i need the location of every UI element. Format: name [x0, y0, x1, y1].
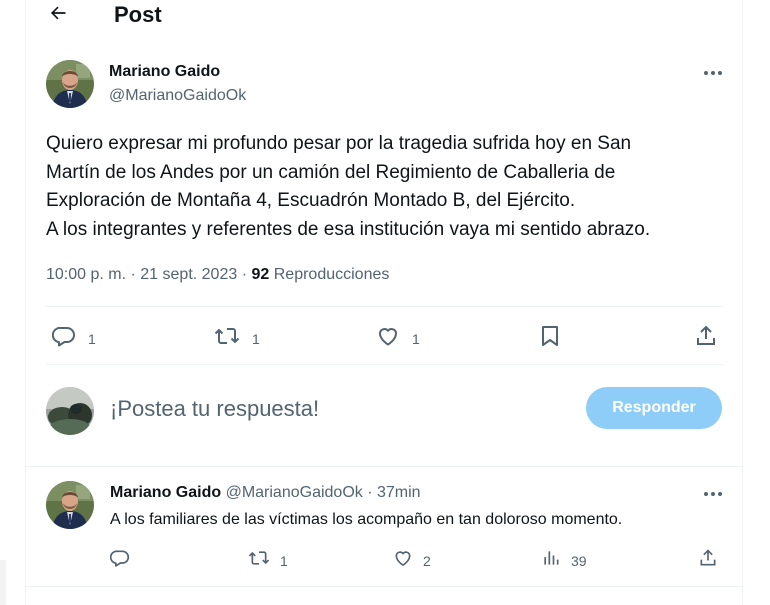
- reply-views-count: 39: [571, 552, 587, 569]
- bookmark-action[interactable]: [539, 324, 561, 353]
- arrow-left-icon: [48, 3, 68, 28]
- reply-count: 1: [88, 330, 96, 347]
- reply-views-action[interactable]: 39: [541, 548, 587, 573]
- reply-like-action[interactable]: 2: [393, 548, 431, 573]
- current-user-avatar[interactable]: [46, 387, 94, 435]
- reply-more-options-button[interactable]: [698, 483, 728, 503]
- divider: [26, 586, 742, 587]
- back-button[interactable]: [42, 2, 74, 28]
- tweet-text-line: Martín de los Andes por un camión del Re…: [46, 161, 616, 183]
- meta-separator: ·: [130, 266, 136, 283]
- share-icon: [698, 548, 718, 573]
- more-dots-icon: [703, 484, 723, 502]
- meta-separator: ·: [367, 484, 373, 501]
- author-handle[interactable]: @MarianoGaidoOk: [109, 86, 246, 106]
- tweet-text: Quiero expresar mi profundo pesar por la…: [46, 130, 726, 244]
- reply-input[interactable]: ¡Postea tu respuesta!: [110, 395, 319, 423]
- tweet-text-line: A los integrantes y referentes de esa in…: [46, 218, 651, 240]
- page-title: Post: [114, 2, 162, 27]
- like-count: 1: [412, 330, 420, 347]
- divider: [26, 466, 742, 467]
- more-options-button[interactable]: [698, 62, 728, 82]
- page-edge: [0, 560, 6, 605]
- repost-count: 1: [252, 330, 260, 347]
- views-count: 92: [251, 266, 270, 283]
- reply-repost-count: 1: [280, 552, 288, 569]
- share-icon: [694, 324, 718, 353]
- tweet-date[interactable]: 21 sept. 2023: [140, 266, 237, 283]
- repost-action[interactable]: 1: [214, 324, 260, 353]
- divider: [46, 306, 724, 307]
- divider: [46, 364, 724, 365]
- reply-share-action[interactable]: [698, 548, 718, 573]
- reply-author-handle[interactable]: @MarianoGaidoOk: [226, 484, 363, 501]
- reply-author-avatar[interactable]: [46, 481, 94, 529]
- tweet-text-line: Quiero expresar mi profundo pesar por la…: [46, 133, 632, 154]
- page-header: Post: [26, 0, 742, 34]
- tweet-meta: 10:00 p. m. · 21 sept. 2023 · 92 Reprodu…: [46, 264, 389, 286]
- reply-like-count: 2: [423, 552, 431, 569]
- analytics-icon: [541, 548, 561, 573]
- author-avatar[interactable]: [46, 60, 94, 108]
- reply-header: Mariano Gaido @MarianoGaidoOk · 37min: [110, 483, 421, 503]
- heart-icon: [393, 548, 413, 573]
- views-label: Reproducciones: [273, 266, 390, 283]
- repost-icon: [214, 324, 240, 353]
- reply-reply-action[interactable]: [109, 548, 130, 573]
- share-action[interactable]: [694, 324, 718, 353]
- repost-icon: [248, 548, 270, 573]
- reply-icon: [51, 324, 76, 353]
- post-column: Post Mariano Gaido @MarianoGaidoOk Quier…: [25, 0, 743, 605]
- heart-icon: [376, 324, 400, 353]
- tweet-text-line: Exploración de Montaña 4, Escuadrón Mont…: [46, 190, 576, 211]
- reply-time[interactable]: 37min: [377, 484, 421, 501]
- more-dots-icon: [703, 63, 723, 81]
- like-action[interactable]: 1: [376, 324, 420, 353]
- reply-icon: [109, 548, 130, 573]
- author-name[interactable]: Mariano Gaido: [109, 62, 220, 82]
- tweet-time[interactable]: 10:00 p. m.: [46, 266, 126, 283]
- meta-separator: ·: [241, 266, 248, 283]
- reply-text: A los familiares de las víctimas los aco…: [110, 511, 623, 528]
- reply-author-name[interactable]: Mariano Gaido: [110, 484, 221, 501]
- reply-action[interactable]: 1: [51, 324, 96, 353]
- reply-repost-action[interactable]: 1: [248, 548, 288, 573]
- bookmark-icon: [539, 324, 561, 353]
- reply-submit-button[interactable]: Responder: [586, 387, 722, 429]
